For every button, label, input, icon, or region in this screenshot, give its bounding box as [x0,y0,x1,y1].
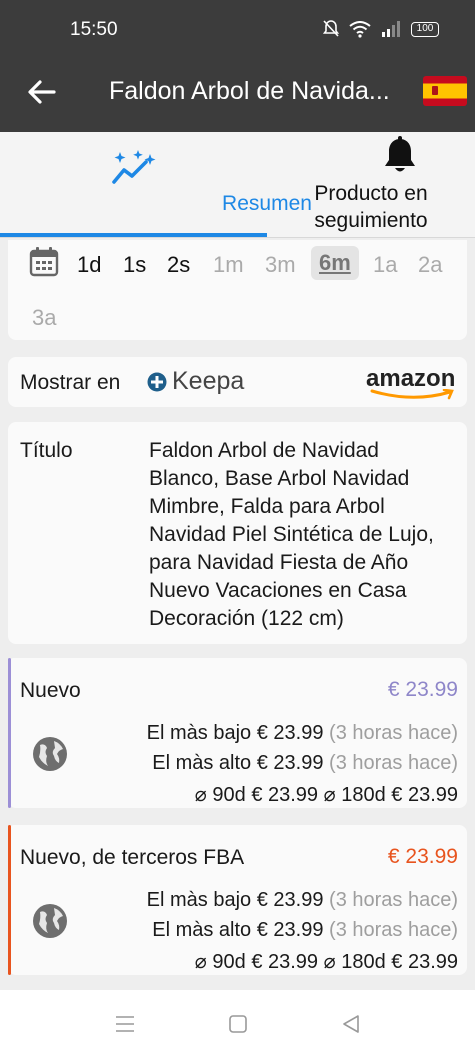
price-type-name: Nuevo, de terceros FBA [20,846,245,869]
nav-home-icon[interactable] [226,1012,250,1036]
avg180-label: ⌀ 180d [323,784,386,806]
amazon-smile-icon [370,389,454,400]
nav-menu-icon[interactable] [113,1012,137,1036]
keepa-label: Keepa [172,367,245,395]
globe-icon [33,737,67,771]
avg90-label: ⌀ 90d [194,784,246,806]
highest-label: El màs alto [152,752,252,774]
range-option-1s[interactable]: 1s [123,252,146,278]
current-price: € 23.99 [387,678,458,701]
spain-flag-icon[interactable] [423,76,467,106]
calendar-icon[interactable] [28,246,60,278]
lowest-when: (3 horas hace) [329,722,458,744]
avg180-value: € 23.99 [391,784,458,806]
average-price-row: ⌀ 90d € 23.99 ⌀ 180d € 23.99 [195,782,458,807]
tab-producto-seguimiento[interactable]: Producto en seguimiento [267,132,475,238]
highest-when: (3 horas hace) [329,919,458,941]
product-title: Faldon Arbol de Navidad Blanco, Base Arb… [149,439,434,630]
page-title: Faldon Arbol de Navida... [109,77,390,105]
tab-indicator [0,233,267,237]
highest-value: € 23.99 [256,919,324,941]
avg90-label: ⌀ 90d [194,951,246,973]
highest-label: El màs alto [152,919,252,941]
range-option-2s[interactable]: 2s [167,252,190,278]
status-time: 15:50 [70,19,118,40]
range-selector-card: 1d 1s 2s 1m 3m 6m 1a 2a 3a [8,240,467,340]
status-bar: 15:50 100 [0,0,475,60]
show-in-label: Mostrar en [20,371,121,394]
avg90-value: € 23.99 [251,951,319,973]
tab-bar: Resumen Producto en seguimiento [0,132,475,238]
nav-back-icon[interactable] [339,1012,363,1036]
battery-icon: 100 [411,21,439,37]
range-option-2a[interactable]: 2a [418,252,442,278]
highest-when: (3 horas hace) [329,752,458,774]
lowest-price-row: El màs bajo € 23.99 (3 horas hace) [147,889,458,912]
price-type-name: Nuevo [20,679,81,702]
range-option-1d[interactable]: 1d [77,252,101,278]
price-card-accent [8,658,11,808]
wifi-icon [349,20,371,38]
app-bar: Faldon Arbol de Navida... [0,60,475,132]
average-price-row: ⌀ 90d € 23.99 ⌀ 180d € 23.99 [195,949,458,974]
keepa-link[interactable]: Keepa [147,367,244,396]
range-option-3a[interactable]: 3a [32,305,56,331]
status-icons: 100 [323,20,439,38]
avg180-label: ⌀ 180d [323,951,386,973]
price-card-accent [8,825,11,975]
lowest-price-row: El màs bajo € 23.99 (3 horas hace) [147,722,458,745]
system-nav-bar [0,990,475,1056]
highest-value: € 23.99 [256,752,324,774]
chart-sparkle-icon [112,150,156,184]
lowest-label: El màs bajo [146,889,252,911]
mute-icon [323,20,339,37]
title-label: Título [20,439,73,462]
price-card-nuevo[interactable]: Nuevo € 23.99 El màs bajo € 23.99 (3 hor… [8,658,467,808]
tab-resumen[interactable]: Resumen [0,132,312,238]
show-in-card: Mostrar en Keepa amazon [8,357,467,407]
product-title-card: Título Faldon Arbol de Navidad Blanco, B… [8,422,467,644]
lowest-when: (3 horas hace) [329,889,458,911]
range-option-1m[interactable]: 1m [213,252,244,278]
back-arrow-icon[interactable] [26,76,58,108]
price-card-nuevo-fba[interactable]: Nuevo, de terceros FBA € 23.99 El màs ba… [8,825,467,975]
range-option-3m[interactable]: 3m [265,252,296,278]
lowest-label: El màs bajo [146,722,252,744]
lowest-value: € 23.99 [256,722,324,744]
globe-icon [33,904,67,938]
bell-icon [385,136,415,172]
lowest-value: € 23.99 [256,889,324,911]
signal-icon [382,21,400,37]
amazon-logo-icon: amazon [366,365,456,392]
avg180-value: € 23.99 [391,951,458,973]
current-price: € 23.99 [387,845,458,868]
highest-price-row: El màs alto € 23.99 (3 horas hace) [152,919,458,942]
range-option-1a[interactable]: 1a [373,252,397,278]
tab-producto-label: Producto en seguimiento [314,182,428,232]
range-option-6m[interactable]: 6m [311,246,359,280]
avg90-value: € 23.99 [251,784,319,806]
highest-price-row: El màs alto € 23.99 (3 horas hace) [152,752,458,775]
keepa-logo-icon [147,372,167,391]
amazon-link[interactable]: amazon [366,365,456,400]
